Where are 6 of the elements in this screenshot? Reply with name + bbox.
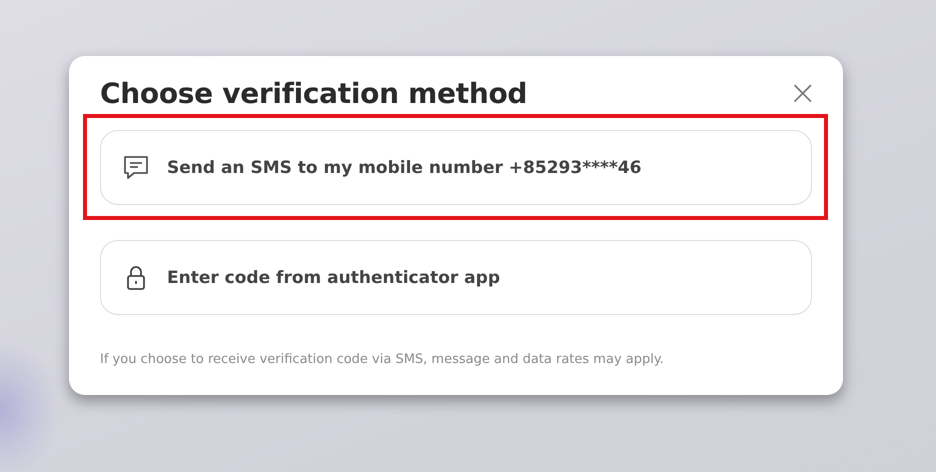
footnote: If you choose to receive verification code via SMS, message and data rates may apply. (100, 352, 665, 367)
message-icon (121, 154, 151, 182)
method-option[interactable]: Enter code from authenticator app (100, 240, 812, 315)
method-option[interactable]: Send an SMS to my mobile number +85293****46 (100, 130, 812, 205)
dialog-title: Choose verification method (100, 76, 528, 110)
close-button[interactable]: × (788, 76, 817, 110)
